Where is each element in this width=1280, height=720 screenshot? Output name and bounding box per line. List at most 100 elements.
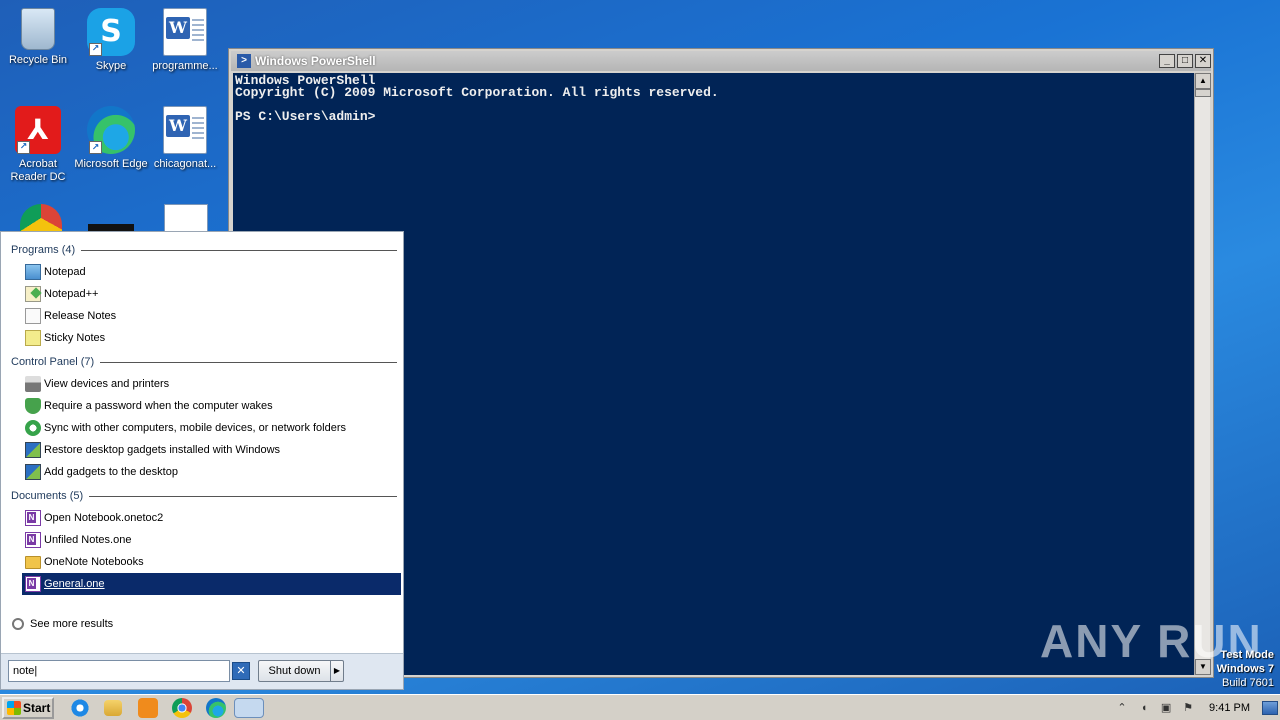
divider bbox=[81, 249, 397, 251]
start-button[interactable]: Start bbox=[2, 697, 54, 719]
taskbar: Start ⌃ ◖ ▣ ⚑ 9:41 PM bbox=[0, 694, 1280, 720]
desktop-icon-programme[interactable]: programme... bbox=[147, 8, 223, 73]
result-sync[interactable]: Sync with other computers, mobile device… bbox=[22, 417, 401, 439]
onenote-icon bbox=[25, 532, 41, 548]
result-label: OneNote Notebooks bbox=[44, 556, 144, 568]
result-require-password[interactable]: Require a password when the computer wak… bbox=[22, 395, 401, 417]
desktop-icon-recycle-bin[interactable]: Recycle Bin bbox=[0, 8, 76, 67]
powershell-icon[interactable] bbox=[234, 698, 264, 718]
start-menu-footer: note| ✕ Shut down ▶ bbox=[1, 653, 403, 689]
result-label: Notepad bbox=[44, 266, 86, 278]
powershell-icon: > bbox=[237, 54, 251, 68]
printer-icon bbox=[25, 376, 41, 392]
console-prompt: PS C:\Users\admin> bbox=[235, 109, 376, 124]
result-unfiled-notes[interactable]: Unfiled Notes.one bbox=[22, 529, 401, 551]
notepad-icon bbox=[25, 264, 41, 280]
shortcut-arrow-icon: ↗ bbox=[17, 141, 30, 154]
result-label: View devices and printers bbox=[44, 378, 170, 390]
edge-icon: ↗ bbox=[87, 106, 135, 154]
network-icon[interactable]: ▣ bbox=[1159, 701, 1173, 715]
scroll-up-icon[interactable]: ▲ bbox=[1195, 73, 1211, 89]
result-label: Require a password when the computer wak… bbox=[44, 400, 273, 412]
powershell-titlebar[interactable]: > Windows PowerShell _ □ ✕ bbox=[231, 51, 1211, 71]
desktop-icon-chicago[interactable]: chicagonat... bbox=[147, 106, 223, 171]
scroll-thumb[interactable] bbox=[1195, 89, 1211, 97]
see-more-results-link[interactable]: See more results bbox=[12, 618, 113, 630]
divider bbox=[100, 361, 397, 363]
close-button[interactable]: ✕ bbox=[1195, 54, 1211, 68]
result-sticky-notes[interactable]: Sticky Notes bbox=[22, 327, 401, 349]
test-mode-label: Test Mode bbox=[1220, 649, 1274, 661]
result-onenote-notebooks[interactable]: OneNote Notebooks bbox=[22, 551, 401, 573]
minimize-button[interactable]: _ bbox=[1159, 54, 1175, 68]
desktop-icon-label: chicagonat... bbox=[153, 158, 217, 170]
desktop-icon-label: programme... bbox=[152, 60, 218, 72]
result-notepad-plus-plus[interactable]: Notepad++ bbox=[22, 283, 401, 305]
start-label: Start bbox=[23, 701, 51, 715]
section-header-control-panel: Control Panel (7) bbox=[11, 355, 397, 369]
desktop-icon-label: Skype bbox=[95, 60, 127, 72]
notepad-plus-plus-icon bbox=[25, 286, 41, 302]
test-mode-watermark: Test Mode Windows 7 Build 7601 bbox=[1217, 648, 1274, 690]
result-label: Restore desktop gadgets installed with W… bbox=[44, 444, 281, 456]
result-release-notes[interactable]: Release Notes bbox=[22, 305, 401, 327]
shutdown-label: Shut down bbox=[259, 661, 331, 681]
action-center-flag-icon[interactable]: ⚑ bbox=[1181, 701, 1195, 715]
onenote-icon bbox=[25, 510, 41, 526]
chevron-right-icon[interactable]: ▶ bbox=[331, 661, 343, 681]
chrome-icon[interactable] bbox=[172, 698, 192, 718]
chrome-desktop-icon[interactable] bbox=[20, 204, 62, 232]
see-more-label: See more results bbox=[30, 618, 114, 630]
show-hidden-icons-icon[interactable]: ⌃ bbox=[1115, 701, 1129, 715]
desktop-icon-label: Acrobat Reader DC bbox=[10, 158, 66, 183]
media-player-icon[interactable] bbox=[138, 698, 158, 718]
result-notepad[interactable]: Notepad bbox=[22, 261, 401, 283]
result-label: Release Notes bbox=[44, 310, 117, 322]
desktop-icon-label: Recycle Bin bbox=[8, 54, 68, 66]
result-open-notebook[interactable]: Open Notebook.onetoc2 bbox=[22, 507, 401, 529]
system-tray: ⌃ ◖ ▣ ⚑ 9:41 PM bbox=[1111, 697, 1280, 719]
edge-icon[interactable] bbox=[206, 698, 226, 718]
file-explorer-icon[interactable] bbox=[104, 700, 122, 716]
search-input[interactable]: note| bbox=[8, 660, 230, 682]
word-document-icon bbox=[163, 106, 207, 154]
acrobat-icon: ⅄ ↗ bbox=[15, 106, 61, 154]
result-general-one[interactable]: General.one bbox=[22, 573, 401, 595]
show-desktop-icon[interactable] bbox=[1262, 701, 1278, 715]
desktop-icon-skype[interactable]: S ↗ Skype bbox=[73, 8, 149, 73]
shutdown-button[interactable]: Shut down ▶ bbox=[258, 660, 344, 682]
sticky-notes-icon bbox=[25, 330, 41, 346]
gadgets-icon bbox=[25, 442, 41, 458]
desktop-icon-label: Microsoft Edge bbox=[74, 158, 148, 170]
word-document-icon[interactable] bbox=[164, 204, 208, 232]
folder-icon bbox=[25, 555, 41, 569]
maximize-button[interactable]: □ bbox=[1177, 54, 1193, 68]
result-devices-printers[interactable]: View devices and printers bbox=[22, 373, 401, 395]
build-label: Build 7601 bbox=[1222, 677, 1274, 689]
volume-icon[interactable]: ◖ bbox=[1137, 701, 1151, 715]
shortcut-arrow-icon: ↗ bbox=[89, 43, 102, 56]
word-document-icon bbox=[163, 8, 207, 56]
desktop-icon-acrobat[interactable]: ⅄ ↗ Acrobat Reader DC bbox=[0, 106, 76, 184]
section-title: Control Panel (7) bbox=[11, 356, 95, 368]
text-cursor: | bbox=[34, 665, 38, 677]
window-title: Windows PowerShell bbox=[255, 54, 376, 68]
windows-logo-icon bbox=[7, 701, 21, 715]
desktop-icon-edge[interactable]: ↗ Microsoft Edge bbox=[73, 106, 149, 171]
internet-explorer-icon[interactable] bbox=[70, 698, 90, 718]
recycle-bin-icon bbox=[21, 8, 55, 50]
result-label: Open Notebook.onetoc2 bbox=[44, 512, 164, 524]
divider bbox=[89, 495, 397, 497]
result-restore-gadgets[interactable]: Restore desktop gadgets installed with W… bbox=[22, 439, 401, 461]
console-line: Copyright (C) 2009 Microsoft Corporation… bbox=[235, 85, 719, 100]
result-add-gadgets[interactable]: Add gadgets to the desktop bbox=[22, 461, 401, 483]
skype-icon: S ↗ bbox=[87, 8, 135, 56]
result-label: Sync with other computers, mobile device… bbox=[44, 422, 347, 434]
search-input-value: note bbox=[13, 665, 35, 677]
document-icon bbox=[25, 308, 41, 324]
vertical-scrollbar[interactable]: ▲ ▼ bbox=[1194, 73, 1211, 675]
shortcut-arrow-icon: ↗ bbox=[89, 141, 102, 154]
clear-search-icon[interactable]: ✕ bbox=[232, 662, 250, 680]
clock[interactable]: 9:41 PM bbox=[1209, 702, 1250, 714]
